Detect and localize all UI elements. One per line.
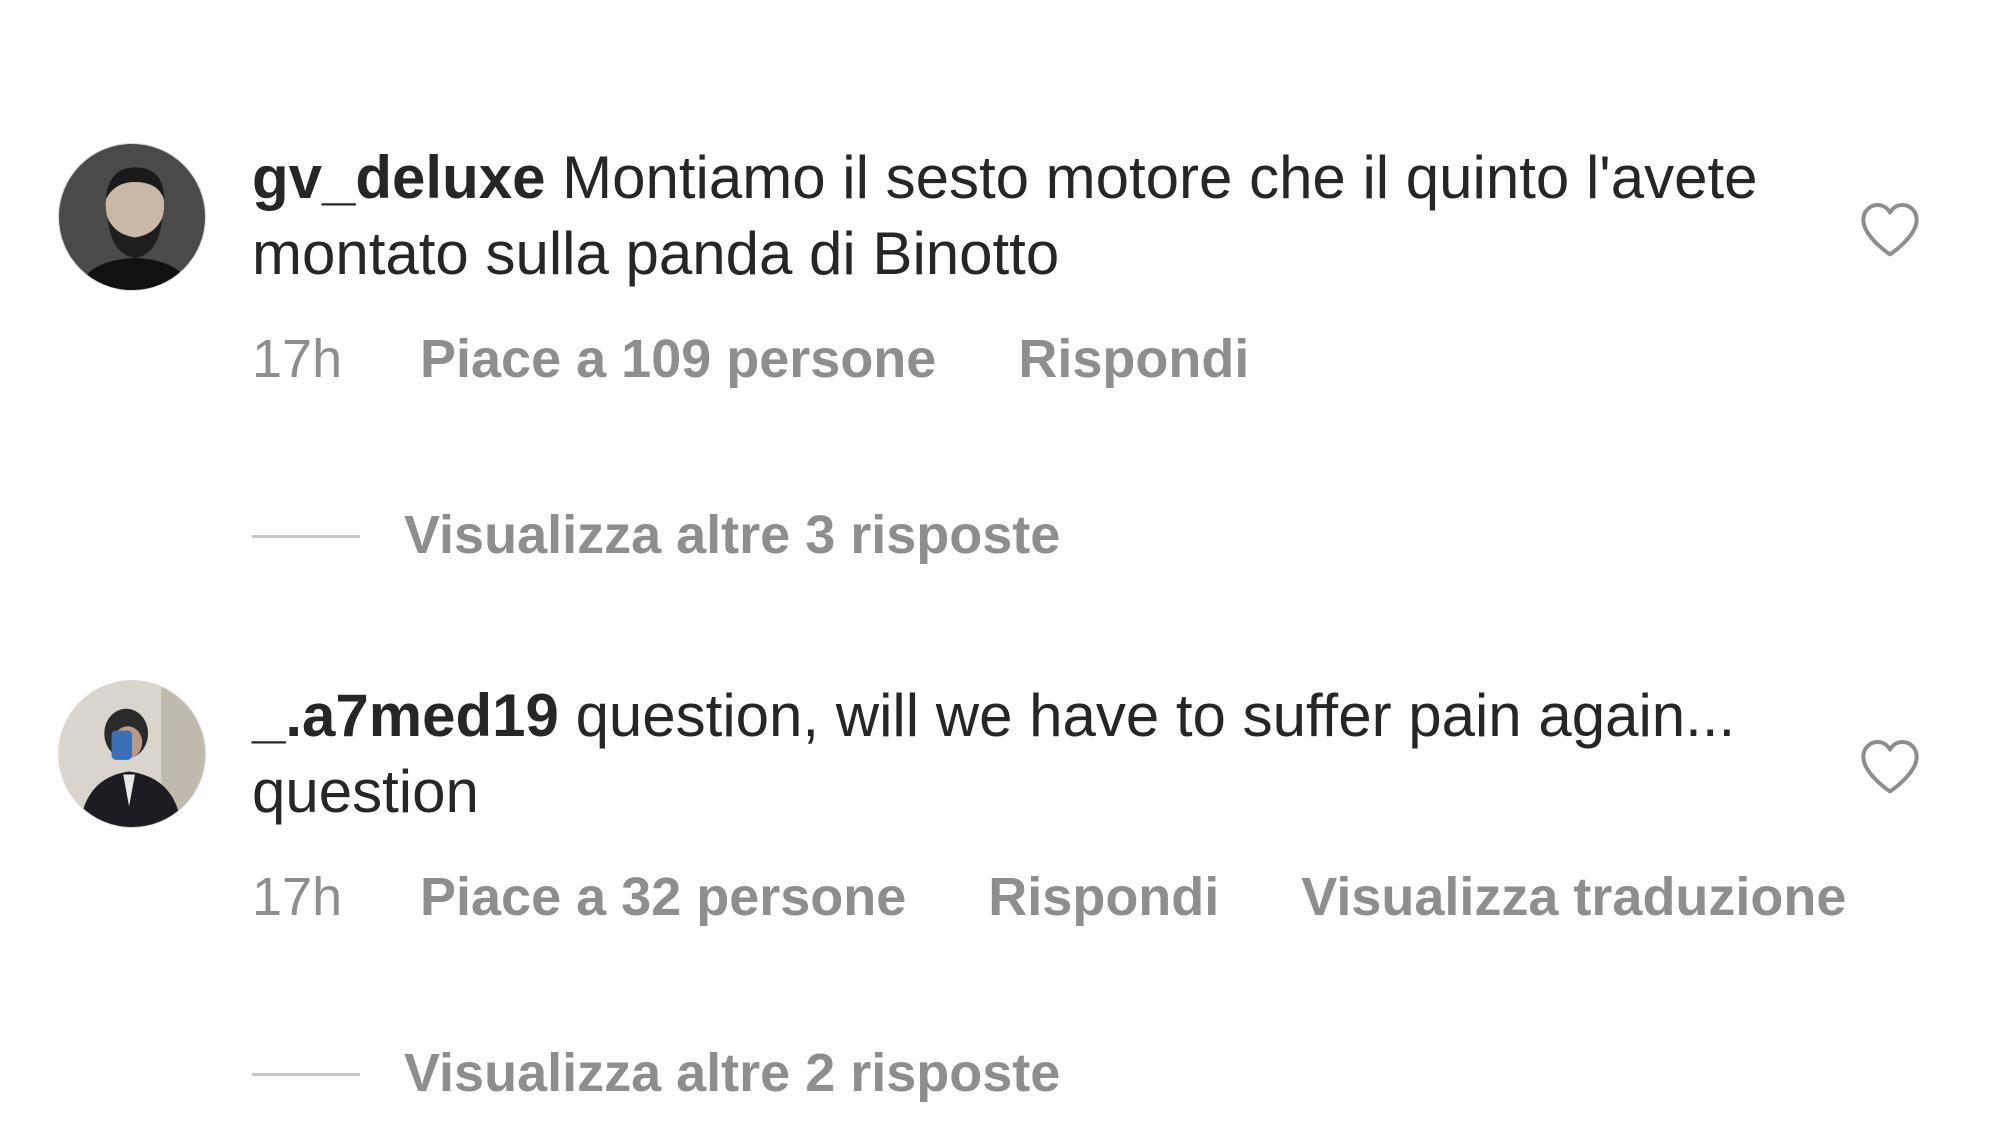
comment-time: 17h [252,867,343,927]
replies-divider [252,1073,360,1076]
heart-outline-icon [1861,740,1919,794]
comment-body: _.a7med19 question, will we have to suff… [252,678,1812,830]
translate-button[interactable]: Visualizza traduzione [1301,864,1846,930]
like-button[interactable] [1858,736,1922,796]
comment-item: _.a7med19 question, will we have to suff… [0,0,2000,1140]
avatar[interactable] [58,680,206,828]
likes-count[interactable]: Piace a 32 persone [420,864,906,930]
avatar-photo [59,681,205,827]
view-replies-label[interactable]: Visualizza altre 2 risposte [404,1040,1060,1106]
comment-meta: 17h Piace a 32 persone Rispondi Visualizza … [252,864,1846,930]
view-replies[interactable]: Visualizza altre 2 risposte [252,1040,1252,1106]
reply-button[interactable]: Rispondi [988,864,1219,930]
comment-username[interactable]: _.a7med19 [252,682,559,749]
